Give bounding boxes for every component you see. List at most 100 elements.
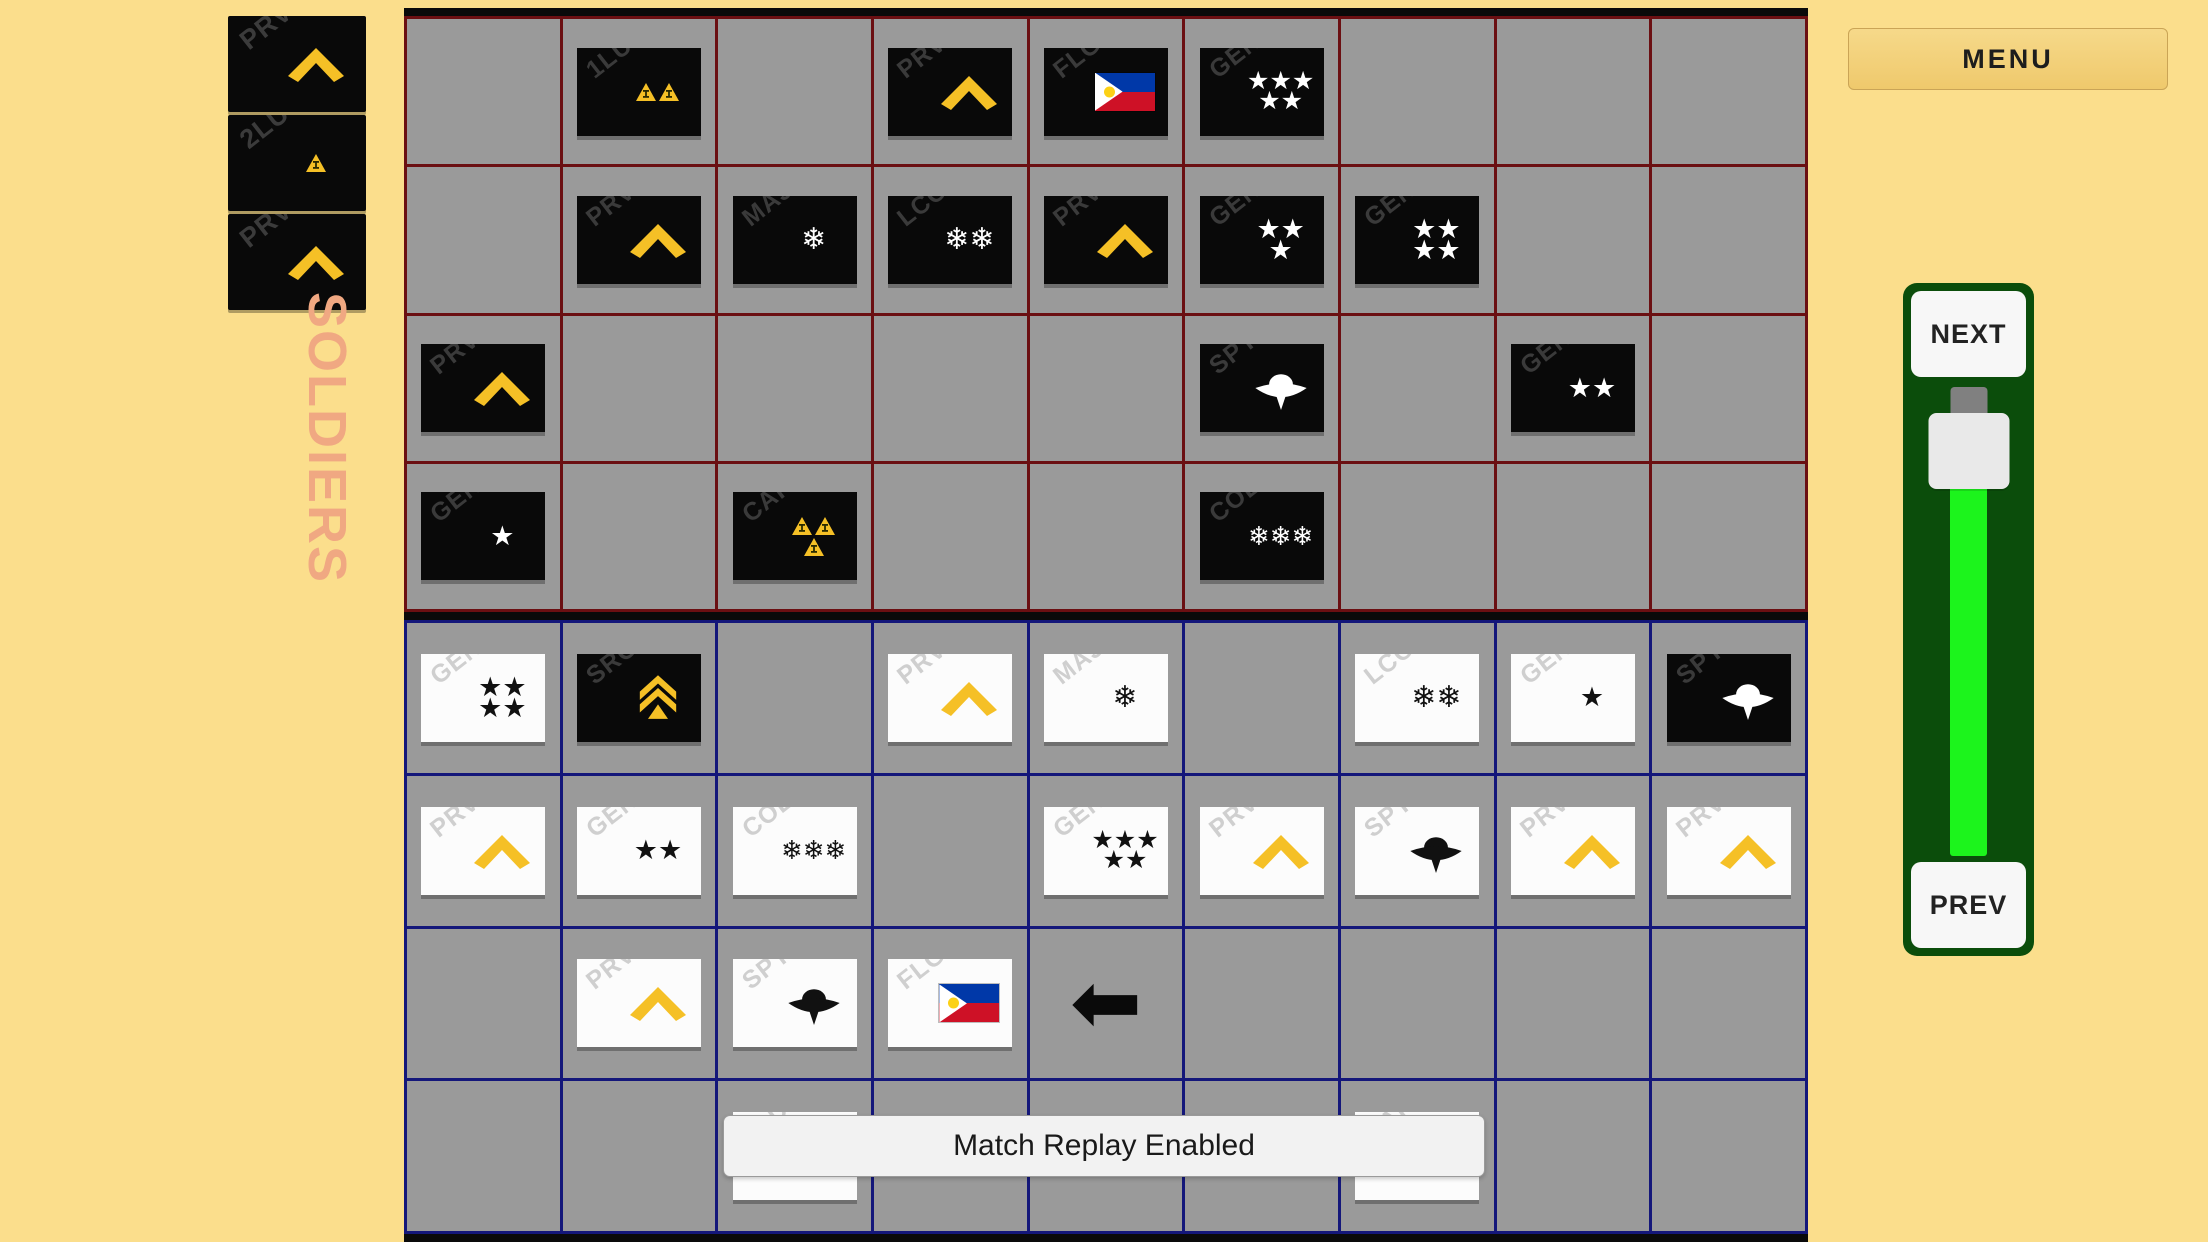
board-cell[interactable] (718, 623, 871, 773)
replay-slider-control[interactable]: NEXT PREV (1903, 283, 2034, 956)
rank-card[interactable]: PRV (576, 195, 701, 284)
rank-card[interactable]: PRV (1199, 806, 1324, 895)
rank-card[interactable]: GEN ★ ★ ★ (1199, 195, 1324, 284)
rank-card[interactable]: SPY (1355, 806, 1480, 895)
board-cell[interactable]: COL ❄ ❄ ❄ (1185, 463, 1338, 609)
board-cell[interactable]: SRG (562, 623, 716, 773)
board-cell[interactable] (1029, 315, 1183, 461)
rank-card[interactable]: CAP (732, 492, 857, 581)
board-cell[interactable] (718, 19, 871, 165)
board-cell[interactable]: SPY (1652, 623, 1805, 773)
rank-card[interactable]: FLG (1043, 47, 1168, 136)
rank-card[interactable]: COL ❄ ❄ ❄ (1199, 492, 1324, 581)
rank-card[interactable]: GEN ★ ★ (1510, 344, 1635, 433)
board-cell[interactable] (1652, 928, 1805, 1079)
board-cell[interactable]: GEN ★ ★ (562, 775, 716, 926)
rank-card[interactable]: PRV (421, 806, 546, 895)
board-cell[interactable] (1496, 167, 1650, 313)
board-cell[interactable]: 1LU (562, 19, 716, 165)
board-cell[interactable] (1029, 463, 1183, 609)
prev-button[interactable]: PREV (1911, 862, 2026, 948)
board-cell[interactable]: CAP (718, 463, 871, 609)
rank-card[interactable]: SPY (732, 959, 857, 1048)
board-cell[interactable]: PRV (407, 315, 560, 461)
rank-card[interactable]: PRV (1666, 806, 1791, 895)
board-cell[interactable] (1341, 19, 1494, 165)
board-cell[interactable]: GEN ★ ★ ★ (1185, 167, 1338, 313)
board-cell[interactable]: COL ❄ ❄ ❄ (718, 775, 871, 926)
board-cell[interactable] (562, 315, 716, 461)
board-cell[interactable]: GEN ★ (407, 463, 560, 609)
rank-card[interactable]: FLG (888, 959, 1013, 1048)
board-cell[interactable]: PRV (874, 623, 1027, 773)
board-cell[interactable] (1496, 463, 1650, 609)
rank-card[interactable]: PRV (576, 959, 701, 1048)
board-cell[interactable]: PRV (1496, 775, 1650, 926)
board-cell[interactable] (407, 19, 560, 165)
board-cell[interactable] (407, 1081, 560, 1231)
board-cell[interactable]: GEN ★ ★ (1496, 315, 1650, 461)
board-cell[interactable]: PRV (407, 775, 560, 926)
board-cell[interactable]: PRV (562, 928, 716, 1079)
board-cell[interactable] (718, 315, 871, 461)
rank-card[interactable]: LCO ❄ ❄ (888, 195, 1013, 284)
rank-card[interactable]: GEN ★ ★ ★ ★ (1355, 195, 1480, 284)
board-cell[interactable]: GEN ★ ★ ★ ★ (1341, 167, 1494, 313)
rank-card[interactable]: GEN ★ ★ ★ ★ ★ (1199, 47, 1324, 136)
board-cell[interactable]: PRV (562, 167, 716, 313)
board-cell[interactable]: PRV (1652, 775, 1805, 926)
rank-card[interactable]: 1LU (576, 47, 701, 136)
board-cell[interactable]: PRV (1185, 775, 1338, 926)
board-cell[interactable]: PRV (874, 19, 1027, 165)
rank-card[interactable]: SRG (576, 653, 701, 742)
rank-card[interactable]: PRV (1510, 806, 1635, 895)
board-cell[interactable]: GEN ★ ★ ★ ★ ★ (1029, 775, 1183, 926)
board-cell[interactable] (562, 463, 716, 609)
rank-card[interactable]: COL ❄ ❄ ❄ (732, 806, 857, 895)
board-cell[interactable] (874, 775, 1027, 926)
rank-card[interactable]: GEN ★ (421, 492, 546, 581)
board-cell[interactable]: GEN ★ ★ ★ ★ (407, 623, 560, 773)
board-cell[interactable] (1652, 19, 1805, 165)
board-cell[interactable]: SPY (1185, 315, 1338, 461)
rank-card[interactable]: LCO ❄ ❄ (1355, 653, 1480, 742)
game-board[interactable]: 1LU PRV FLG GEN ★ ★ ★ ★ ★ PRV MAJ ❄ LCO ❄ ❄ PRV GEN ★ ★ ★ GE… (404, 8, 1808, 1242)
board-cell[interactable]: GEN ★ (1496, 623, 1650, 773)
board-cell[interactable] (1185, 623, 1338, 773)
rank-card[interactable]: PRV (888, 653, 1013, 742)
board-cell[interactable] (1652, 315, 1805, 461)
board-cell[interactable] (874, 315, 1027, 461)
next-button[interactable]: NEXT (1911, 291, 2026, 377)
board-cell[interactable] (1496, 19, 1650, 165)
board-cell[interactable]: SPY (1341, 775, 1494, 926)
captured-rank-card[interactable]: PRV (228, 16, 366, 112)
board-cell[interactable]: FLG (874, 928, 1027, 1079)
board-cell[interactable] (1496, 1081, 1650, 1231)
rank-card[interactable]: GEN ★ ★ ★ ★ ★ (1043, 806, 1168, 895)
rank-card[interactable]: PRV (888, 47, 1013, 136)
board-cell[interactable]: GEN ★ ★ ★ ★ ★ (1185, 19, 1338, 165)
board-cell[interactable]: PRV (1029, 167, 1183, 313)
prev-button-wrap[interactable]: PREV (1911, 862, 2026, 948)
rank-card[interactable]: SPY (1199, 344, 1324, 433)
slider-thumb[interactable] (1928, 413, 2009, 489)
rank-card[interactable]: GEN ★ (1510, 653, 1635, 742)
menu-button[interactable]: MENU (1848, 28, 2168, 90)
board-cell[interactable] (562, 1081, 716, 1231)
board-cell[interactable] (1652, 463, 1805, 609)
rank-card[interactable]: GEN ★ ★ (576, 806, 701, 895)
next-button-wrap[interactable]: NEXT (1911, 291, 2026, 377)
board-cell[interactable] (407, 928, 560, 1079)
rank-card[interactable]: MAJ ❄ (732, 195, 857, 284)
board-cell[interactable] (1341, 928, 1494, 1079)
rank-card[interactable]: GEN ★ ★ ★ ★ (421, 653, 546, 742)
captured-rank-card[interactable]: 2LU (228, 115, 366, 211)
board-cell[interactable]: MAJ ❄ (718, 167, 871, 313)
board-cell[interactable] (1652, 1081, 1805, 1231)
board-cell[interactable]: FLG (1029, 19, 1183, 165)
board-cell[interactable]: LCO ❄ ❄ (1341, 623, 1494, 773)
board-cell[interactable] (1341, 463, 1494, 609)
rank-card[interactable]: SPY (1666, 653, 1791, 742)
board-cell[interactable] (1341, 315, 1494, 461)
board-cell[interactable] (1185, 928, 1338, 1079)
